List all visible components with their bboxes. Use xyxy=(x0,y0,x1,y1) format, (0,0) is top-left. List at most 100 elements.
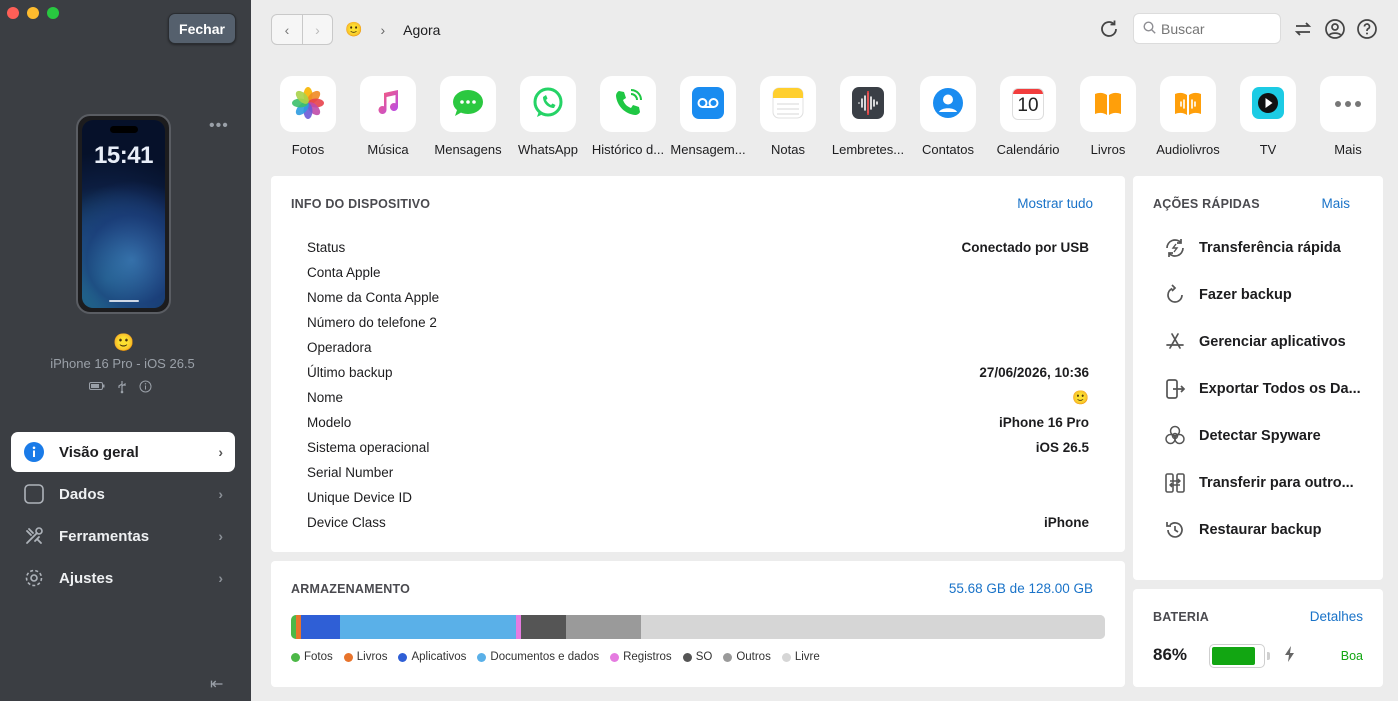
window-close-button[interactable] xyxy=(7,7,19,19)
storage-summary-link[interactable]: 55.68 GB de 128.00 GB xyxy=(949,581,1093,596)
battery-details-link[interactable]: Detalhes xyxy=(1310,609,1363,624)
manage-apps-action[interactable]: Gerenciar aplicativos xyxy=(1161,328,1346,356)
quick-action-label: Restaurar backup xyxy=(1199,522,1322,538)
legend-label: SO xyxy=(695,651,713,663)
battery-health: Boa xyxy=(1340,649,1363,663)
info-row: Sistema operacional iOS 26.5 xyxy=(307,440,1089,455)
sidebar-item-overview[interactable]: Visão geral › xyxy=(11,432,235,472)
transfer-icon[interactable] xyxy=(1291,17,1315,41)
photos-icon xyxy=(291,86,325,123)
music-icon xyxy=(373,88,403,121)
legend-dot xyxy=(477,652,487,662)
breadcrumb-device-emoji[interactable]: 🙂 xyxy=(345,21,362,38)
app-voicemail[interactable]: Mensagem... xyxy=(668,76,748,157)
info-small-icon[interactable] xyxy=(139,380,152,397)
battery-percent: 86% xyxy=(1153,645,1188,664)
app-label: Calendário xyxy=(996,142,1060,157)
app-label: Música xyxy=(367,142,409,157)
back-button[interactable]: ‹ xyxy=(272,15,302,44)
app-contacts[interactable]: Contatos xyxy=(908,76,988,157)
app-store-icon xyxy=(1161,328,1189,356)
app-photos[interactable]: Fotos xyxy=(268,76,348,157)
device-more-icon[interactable]: ••• xyxy=(209,117,229,135)
chevron-right-icon: › xyxy=(380,21,386,38)
info-row: Modelo iPhone 16 Pro xyxy=(307,415,1089,430)
search-field[interactable] xyxy=(1133,13,1281,44)
app-voice-memos[interactable]: Lembretes... xyxy=(828,76,908,157)
device-info-card: INFO DO DISPOSITIVO Mostrar tudo Status C… xyxy=(271,176,1125,552)
app-label: Mensagens xyxy=(434,142,502,157)
legend-dot xyxy=(723,652,733,662)
app-label: Mais xyxy=(1334,142,1362,157)
more-icon xyxy=(1333,97,1363,112)
tools-icon xyxy=(23,525,45,547)
close-button[interactable]: Fechar xyxy=(168,13,236,44)
legend-item: Fotos xyxy=(291,651,333,663)
app-notes[interactable]: Notas xyxy=(748,76,828,157)
notes-icon xyxy=(772,87,804,122)
sidebar-item-data[interactable]: Dados › xyxy=(11,474,235,514)
restore-backup-action[interactable]: Restaurar backup xyxy=(1161,516,1322,544)
device-image: 15:41 xyxy=(76,114,171,314)
app-more[interactable]: Mais xyxy=(1308,76,1388,157)
info-row: Nome 🙂 xyxy=(307,390,1089,406)
phone-history-icon xyxy=(612,87,644,122)
export-all-action[interactable]: Exportar Todos os Da... xyxy=(1161,375,1361,403)
app-audiobooks[interactable]: Audiolivros xyxy=(1148,76,1228,157)
chevron-right-icon: › xyxy=(218,444,223,460)
show-all-link[interactable]: Mostrar tudo xyxy=(1017,196,1093,211)
square-icon xyxy=(23,483,45,505)
battery-tip xyxy=(1267,652,1270,660)
storage-segment xyxy=(339,615,516,639)
export-icon xyxy=(1161,375,1189,403)
battery-level-bar xyxy=(1209,644,1265,668)
quick-more-link[interactable]: Mais xyxy=(1321,196,1350,211)
storage-segment xyxy=(566,615,641,639)
chevron-right-icon: › xyxy=(218,528,223,544)
sidebar-item-label: Ferramentas xyxy=(59,527,150,545)
help-icon[interactable] xyxy=(1355,17,1379,41)
app-whatsapp[interactable]: WhatsApp xyxy=(508,76,588,157)
legend-label: Livre xyxy=(794,651,820,663)
info-row: Serial Number xyxy=(307,465,1089,480)
legend-item: Documentos e dados xyxy=(477,651,599,663)
legend-dot xyxy=(343,652,353,662)
info-row: Número do telefone 2 xyxy=(307,315,1089,330)
history-nav: ‹ › xyxy=(271,14,333,45)
account-icon[interactable] xyxy=(1323,17,1347,41)
app-calendar[interactable]: 10 Calendário xyxy=(988,76,1068,157)
app-label: Lembretes... xyxy=(831,142,905,157)
sidebar-nav: Visão geral › Dados › Ferramentas › Ajus… xyxy=(11,432,235,600)
card-title: ARMAZENAMENTO xyxy=(291,582,411,596)
transfer-to-other-action[interactable]: Transferir para outro... xyxy=(1161,469,1354,497)
app-books[interactable]: Livros xyxy=(1068,76,1148,157)
refresh-icon[interactable] xyxy=(1097,17,1121,41)
forward-button[interactable]: › xyxy=(302,15,332,44)
info-key: Sistema operacional xyxy=(307,440,430,455)
info-key: Status xyxy=(307,240,346,255)
info-row: Unique Device ID xyxy=(307,490,1089,505)
gear-icon xyxy=(23,567,45,589)
detect-spyware-action[interactable]: Detectar Spyware xyxy=(1161,422,1321,450)
sidebar-item-tools[interactable]: Ferramentas › xyxy=(11,516,235,556)
backup-action[interactable]: Fazer backup xyxy=(1161,281,1292,309)
quick-actions-card: AÇÕES RÁPIDAS Mais Transferência rápida … xyxy=(1133,176,1383,580)
window-minimize-button[interactable] xyxy=(27,7,39,19)
search-input[interactable] xyxy=(1161,20,1271,37)
collapse-sidebar-icon[interactable]: ⇤ xyxy=(210,674,223,694)
app-messages[interactable]: Mensagens xyxy=(428,76,508,157)
app-tv[interactable]: TV xyxy=(1228,76,1308,157)
app-music[interactable]: Música xyxy=(348,76,428,157)
sidebar-item-settings[interactable]: Ajustes › xyxy=(11,558,235,598)
app-label: Audiolivros xyxy=(1156,142,1220,157)
info-row: Último backup 27/06/2026, 10:36 xyxy=(307,365,1089,380)
quick-action-label: Exportar Todos os Da... xyxy=(1199,381,1361,397)
quick-transfer-action[interactable]: Transferência rápida xyxy=(1161,234,1341,262)
window-zoom-button[interactable] xyxy=(47,7,59,19)
toolbar-right xyxy=(1097,13,1379,44)
sidebar-item-label: Ajustes xyxy=(59,569,114,587)
search-icon xyxy=(1143,20,1156,37)
info-key: Serial Number xyxy=(307,465,394,480)
app-call-history[interactable]: Histórico d... xyxy=(588,76,668,157)
phone-time: 15:41 xyxy=(94,142,153,169)
